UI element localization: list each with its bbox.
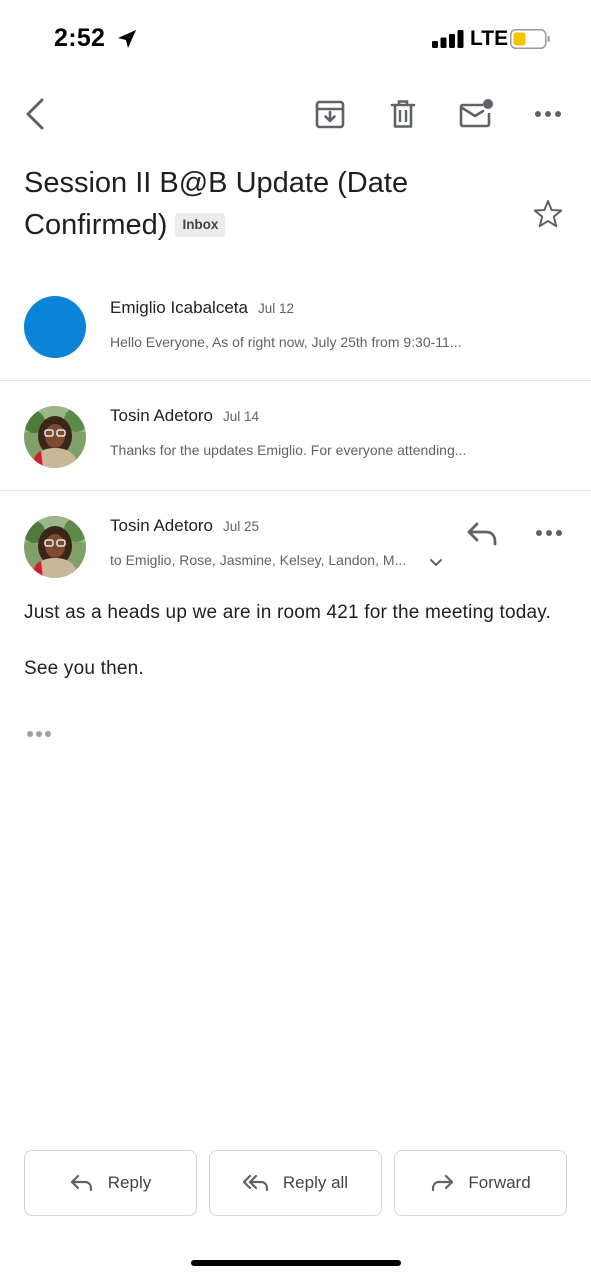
message-snippet: Hello Everyone, As of right now, July 25… bbox=[110, 334, 462, 350]
forward-button[interactable]: Forward bbox=[394, 1150, 567, 1216]
avatar bbox=[24, 516, 86, 578]
sender-name: Tosin Adetoro bbox=[110, 406, 214, 425]
reply-label: Reply bbox=[107, 1173, 152, 1192]
archive-button[interactable] bbox=[312, 94, 348, 134]
signal-bars-icon bbox=[432, 30, 464, 48]
more-horizontal-icon bbox=[535, 111, 561, 117]
message-date: Jul 25 bbox=[223, 519, 260, 534]
status-time: 2:52 bbox=[54, 24, 106, 52]
message-snippet: Thanks for the updates Emiglio. For ever… bbox=[110, 442, 467, 458]
archive-icon bbox=[315, 100, 345, 129]
sender-name: Emiglio Icabalceta bbox=[110, 298, 248, 317]
avatar bbox=[24, 296, 86, 358]
message-header: Tosin Adetoro Jul 25 bbox=[110, 516, 259, 536]
avatar-photo bbox=[24, 516, 86, 578]
message-date: Jul 12 bbox=[257, 301, 294, 316]
reply-icon[interactable] bbox=[464, 518, 500, 550]
avatar bbox=[24, 406, 86, 468]
body-paragraph: See you then. bbox=[24, 658, 144, 679]
trash-icon bbox=[390, 100, 416, 128]
message-date: Jul 14 bbox=[223, 409, 260, 424]
back-button[interactable] bbox=[18, 94, 52, 134]
message-header: Tosin Adetoro Jul 14 bbox=[110, 406, 259, 426]
show-trimmed-content-icon[interactable] bbox=[24, 724, 56, 744]
inbox-label-chip[interactable]: Inbox bbox=[175, 213, 226, 237]
forward-label: Forward bbox=[468, 1173, 531, 1192]
body-paragraph: Just as a heads up we are in room 421 fo… bbox=[24, 602, 552, 623]
message-body: Just as a heads up we are in room 421 fo… bbox=[24, 600, 564, 712]
reply-icon bbox=[70, 1174, 92, 1192]
more-horizontal-icon[interactable] bbox=[532, 520, 566, 546]
message-item[interactable]: Tosin Adetoro Jul 14 Thanks for the updat… bbox=[0, 381, 591, 490]
mark-unread-button[interactable] bbox=[456, 94, 496, 134]
back-icon bbox=[26, 98, 44, 130]
reply-all-icon bbox=[242, 1174, 268, 1192]
delete-button[interactable] bbox=[385, 94, 421, 134]
star-icon[interactable] bbox=[532, 198, 564, 230]
avatar-photo bbox=[24, 406, 86, 468]
reply-button[interactable]: Reply bbox=[24, 1150, 197, 1216]
recipients-line[interactable]: to Emiglio, Rose, Jasmine, Kelsey, Lando… bbox=[110, 552, 420, 568]
forward-icon bbox=[432, 1174, 454, 1192]
network-type: LTE bbox=[470, 27, 509, 50]
location-arrow-icon bbox=[118, 30, 136, 48]
mail-unread-icon bbox=[459, 99, 493, 128]
home-indicator[interactable] bbox=[191, 1260, 401, 1266]
email-subject: Session II B@B Update (Date Confirmed) In… bbox=[24, 162, 474, 246]
battery-icon bbox=[510, 29, 550, 49]
reply-all-button[interactable]: Reply all bbox=[209, 1150, 382, 1216]
reply-all-label: Reply all bbox=[282, 1173, 349, 1192]
more-options-button[interactable] bbox=[530, 94, 566, 134]
message-item[interactable]: Emiglio Icabalceta Jul 12 Hello Everyone,… bbox=[0, 272, 591, 380]
divider bbox=[0, 490, 591, 491]
chevron-down-icon[interactable] bbox=[428, 556, 444, 570]
message-header: Emiglio Icabalceta Jul 12 bbox=[110, 298, 294, 318]
sender-name: Tosin Adetoro bbox=[110, 516, 214, 535]
